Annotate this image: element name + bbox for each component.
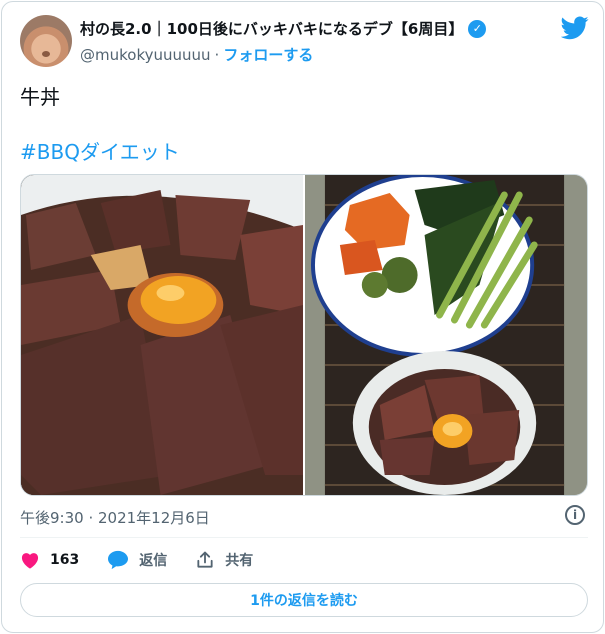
tweet-card: 村の長2.0｜100日後にバッキバキになるデブ【6周目】 ✓ @mukokyuu…	[1, 1, 604, 633]
reply-label: 返信	[139, 553, 168, 569]
hashtag-link[interactable]: #BBQダイエット	[20, 136, 180, 165]
info-icon[interactable]: i	[565, 505, 585, 525]
twitter-bird-icon[interactable]	[561, 16, 589, 40]
reply-button[interactable]: 返信	[107, 550, 167, 570]
share-icon	[197, 551, 213, 568]
read-replies-button[interactable]: 1件の返信を読む	[20, 583, 588, 617]
like-button[interactable]: 163	[20, 551, 79, 569]
author-display-name[interactable]: 村の長2.0｜100日後にバッキバキになるデブ【6周目】	[80, 18, 463, 39]
share-button[interactable]: 共有	[195, 550, 253, 570]
share-label: 共有	[225, 553, 254, 569]
verified-badge-icon: ✓	[468, 19, 487, 38]
tweet-text: 牛丼	[20, 85, 60, 109]
handle-separator: ·	[214, 45, 220, 64]
media-grid	[20, 174, 588, 496]
photo-plates-overhead[interactable]	[305, 175, 587, 495]
author-handle[interactable]: @mukokyuuuuuu	[80, 46, 211, 64]
reply-bubble-icon	[108, 550, 129, 570]
like-count: 163	[50, 552, 80, 568]
tweet-timestamp[interactable]: 午後9:30 · 2021年12月6日	[20, 507, 210, 528]
photo-beef-bowl-closeup[interactable]	[21, 175, 303, 495]
author-handle-row: @mukokyuuuuuu · フォローする	[80, 44, 313, 65]
follow-button[interactable]: フォローする	[223, 44, 313, 65]
heart-icon	[21, 553, 39, 569]
action-bar: 163 返信 共有	[20, 548, 281, 572]
avatar[interactable]	[20, 15, 72, 67]
divider	[20, 537, 588, 538]
author-name-row[interactable]: 村の長2.0｜100日後にバッキバキになるデブ【6周目】 ✓	[80, 18, 487, 39]
